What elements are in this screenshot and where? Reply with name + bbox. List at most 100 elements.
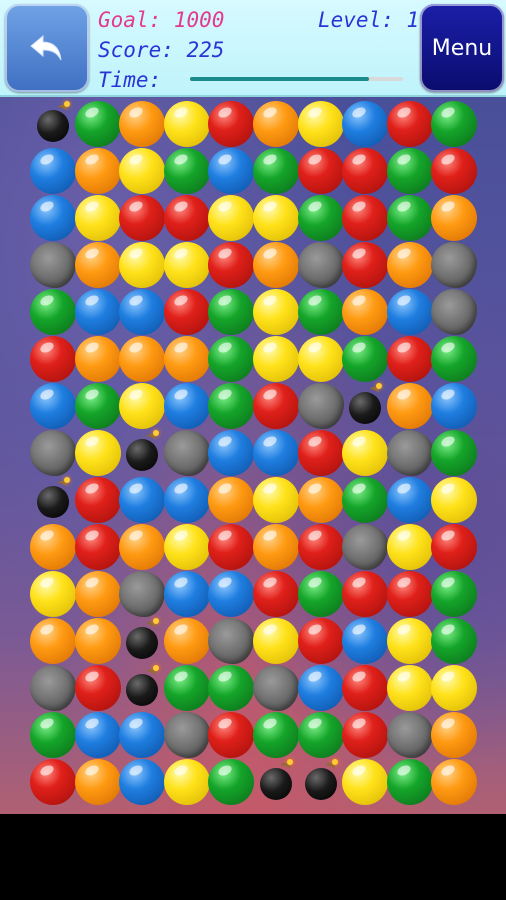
orange-ball[interactable] xyxy=(297,477,344,523)
orange-ball[interactable] xyxy=(431,712,478,758)
blue-ball[interactable] xyxy=(342,618,389,664)
stone-block[interactable] xyxy=(431,242,478,288)
stone-block[interactable] xyxy=(342,524,389,570)
red-ball[interactable] xyxy=(30,759,76,805)
yellow-ball[interactable] xyxy=(431,477,478,523)
red-ball[interactable] xyxy=(208,101,255,147)
orange-ball[interactable] xyxy=(253,524,299,570)
blue-ball[interactable] xyxy=(74,289,121,335)
red-ball[interactable] xyxy=(208,712,255,758)
yellow-ball[interactable] xyxy=(386,524,433,570)
green-ball[interactable] xyxy=(297,571,344,617)
blue-ball[interactable] xyxy=(163,477,210,523)
yellow-ball[interactable] xyxy=(163,524,210,570)
orange-ball[interactable] xyxy=(431,759,478,805)
orange-ball[interactable] xyxy=(208,477,255,523)
orange-ball[interactable] xyxy=(386,383,433,429)
yellow-ball[interactable] xyxy=(208,195,255,241)
green-ball[interactable] xyxy=(297,289,344,335)
orange-ball[interactable] xyxy=(74,759,121,805)
green-ball[interactable] xyxy=(297,195,344,241)
red-ball[interactable] xyxy=(297,618,344,664)
yellow-ball[interactable] xyxy=(30,571,76,617)
yellow-ball[interactable] xyxy=(386,618,433,664)
stone-block[interactable] xyxy=(163,712,210,758)
stone-block[interactable] xyxy=(30,430,76,476)
green-ball[interactable] xyxy=(431,571,478,617)
orange-ball[interactable] xyxy=(74,618,121,664)
red-ball[interactable] xyxy=(163,289,210,335)
blue-ball[interactable] xyxy=(74,712,121,758)
green-ball[interactable] xyxy=(386,759,433,805)
blue-ball[interactable] xyxy=(342,101,389,147)
yellow-ball[interactable] xyxy=(297,101,344,147)
yellow-ball[interactable] xyxy=(297,336,344,382)
blue-ball[interactable] xyxy=(119,477,166,523)
red-ball[interactable] xyxy=(119,195,166,241)
green-ball[interactable] xyxy=(342,336,389,382)
blue-ball[interactable] xyxy=(386,289,433,335)
orange-ball[interactable] xyxy=(163,336,210,382)
orange-ball[interactable] xyxy=(119,336,166,382)
bomb-icon[interactable] xyxy=(253,759,299,805)
bomb-icon[interactable] xyxy=(30,477,76,523)
green-ball[interactable] xyxy=(431,336,478,382)
green-ball[interactable] xyxy=(386,148,433,194)
bomb-icon[interactable] xyxy=(30,101,76,147)
menu-button[interactable]: Menu xyxy=(420,4,504,92)
blue-ball[interactable] xyxy=(208,430,255,476)
green-ball[interactable] xyxy=(253,148,299,194)
orange-ball[interactable] xyxy=(342,289,389,335)
red-ball[interactable] xyxy=(297,148,344,194)
green-ball[interactable] xyxy=(74,383,121,429)
red-ball[interactable] xyxy=(431,148,478,194)
green-ball[interactable] xyxy=(431,101,478,147)
orange-ball[interactable] xyxy=(74,148,121,194)
red-ball[interactable] xyxy=(342,712,389,758)
red-ball[interactable] xyxy=(253,383,299,429)
stone-block[interactable] xyxy=(30,665,76,711)
bomb-icon[interactable] xyxy=(298,759,344,805)
orange-ball[interactable] xyxy=(119,101,166,147)
blue-ball[interactable] xyxy=(163,571,210,617)
orange-ball[interactable] xyxy=(119,524,166,570)
red-ball[interactable] xyxy=(342,242,389,288)
red-ball[interactable] xyxy=(208,242,255,288)
green-ball[interactable] xyxy=(386,195,433,241)
orange-ball[interactable] xyxy=(386,242,433,288)
yellow-ball[interactable] xyxy=(163,101,210,147)
green-ball[interactable] xyxy=(208,383,255,429)
red-ball[interactable] xyxy=(74,477,121,523)
red-ball[interactable] xyxy=(342,148,389,194)
orange-ball[interactable] xyxy=(163,618,210,664)
blue-ball[interactable] xyxy=(119,289,166,335)
yellow-ball[interactable] xyxy=(253,195,299,241)
stone-block[interactable] xyxy=(386,712,433,758)
green-ball[interactable] xyxy=(253,712,299,758)
yellow-ball[interactable] xyxy=(253,477,299,523)
red-ball[interactable] xyxy=(431,524,478,570)
blue-ball[interactable] xyxy=(119,759,166,805)
red-ball[interactable] xyxy=(342,571,389,617)
stone-block[interactable] xyxy=(163,430,210,476)
blue-ball[interactable] xyxy=(119,712,166,758)
yellow-ball[interactable] xyxy=(431,665,478,711)
orange-ball[interactable] xyxy=(30,618,76,664)
orange-ball[interactable] xyxy=(74,336,121,382)
orange-ball[interactable] xyxy=(74,571,121,617)
blue-ball[interactable] xyxy=(30,383,76,429)
stone-block[interactable] xyxy=(119,571,166,617)
green-ball[interactable] xyxy=(297,712,344,758)
stone-block[interactable] xyxy=(253,665,299,711)
stone-block[interactable] xyxy=(297,242,344,288)
orange-ball[interactable] xyxy=(30,524,76,570)
orange-ball[interactable] xyxy=(74,242,121,288)
yellow-ball[interactable] xyxy=(253,336,299,382)
stone-block[interactable] xyxy=(208,618,255,664)
red-ball[interactable] xyxy=(297,430,344,476)
red-ball[interactable] xyxy=(386,101,433,147)
blue-ball[interactable] xyxy=(30,195,76,241)
green-ball[interactable] xyxy=(74,101,121,147)
green-ball[interactable] xyxy=(208,759,255,805)
red-ball[interactable] xyxy=(386,571,433,617)
